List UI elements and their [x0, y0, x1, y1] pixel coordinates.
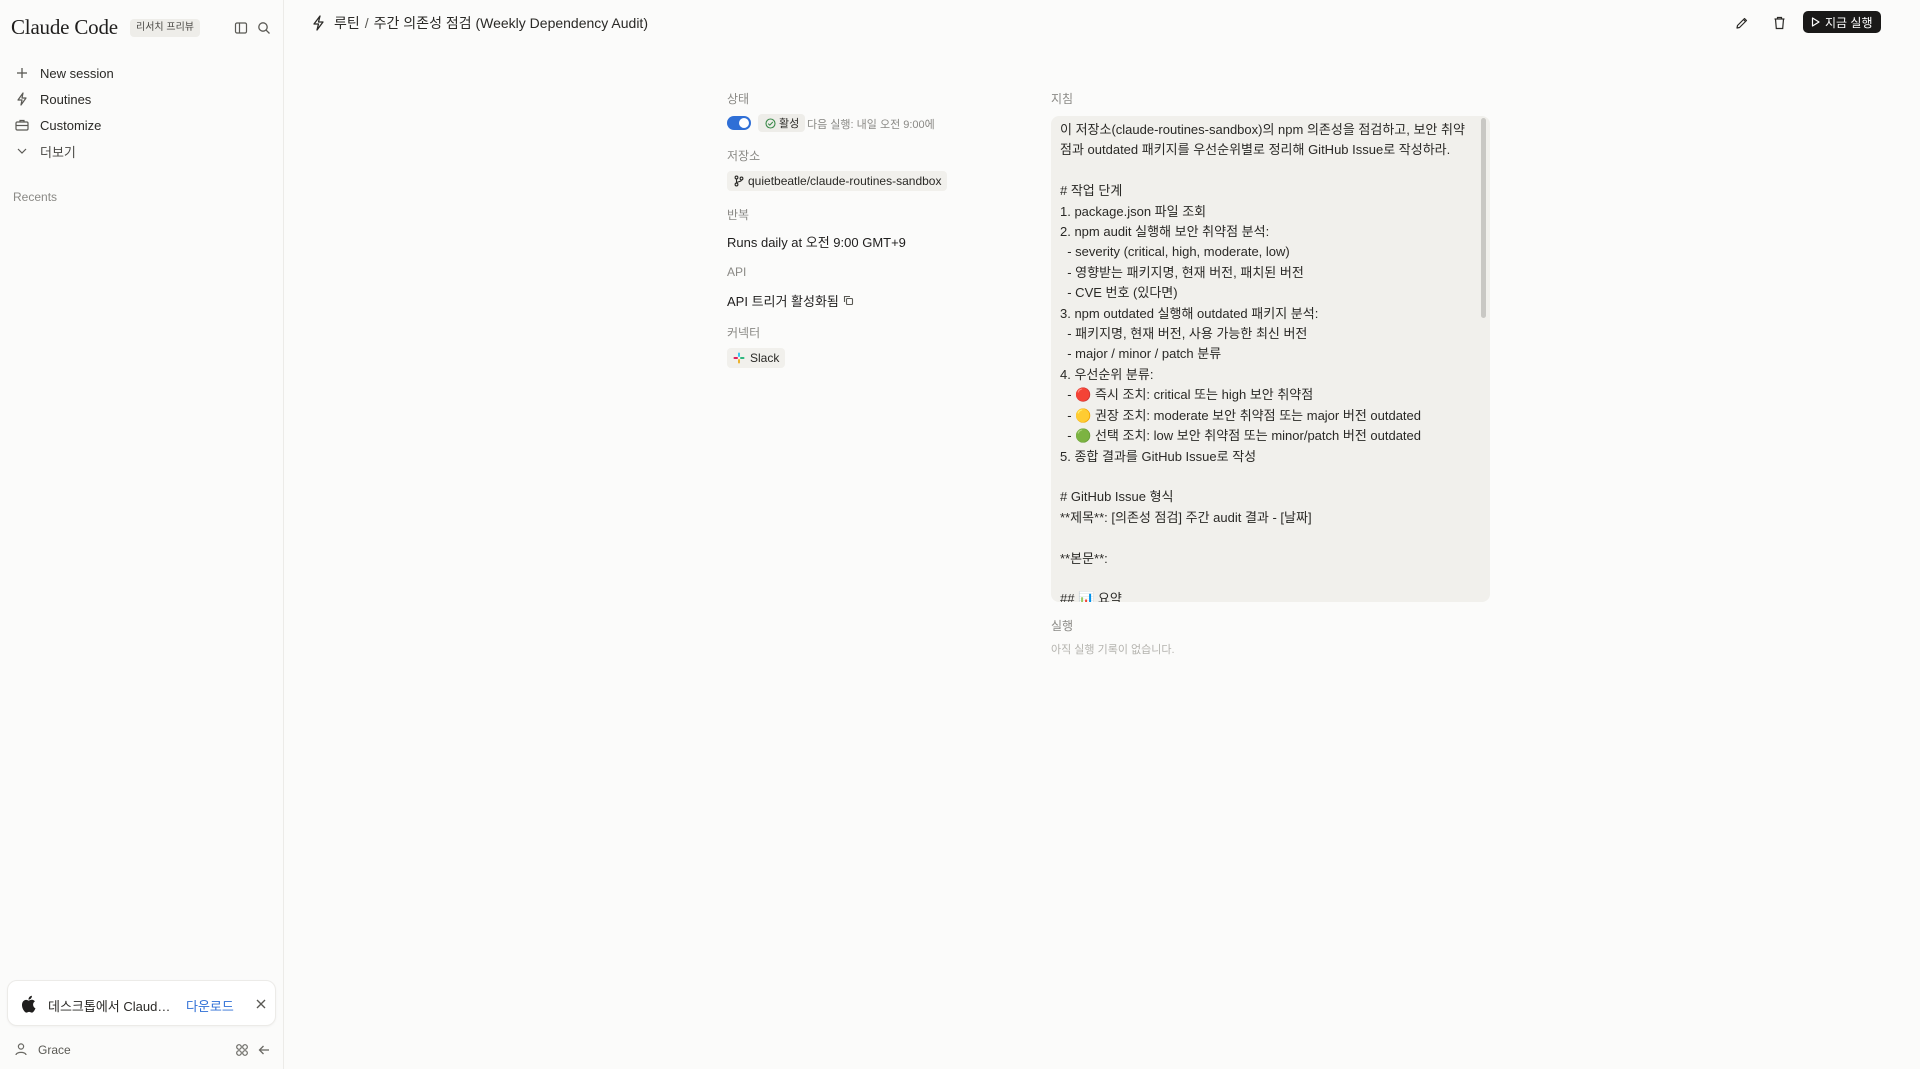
app-brand: Claude Code	[11, 15, 118, 39]
repeat-label: 반복	[727, 208, 750, 222]
connector-chip[interactable]: Slack	[727, 348, 786, 368]
sidebar-item-label: Routines	[40, 91, 92, 107]
runs-label: 실행	[1051, 619, 1074, 633]
sidebar-item-label: 더보기	[40, 144, 76, 160]
close-icon[interactable]	[252, 995, 270, 1013]
sidebar-item-customize[interactable]: Customize	[8, 112, 276, 138]
user-name: Grace	[38, 1043, 71, 1057]
status-value: 활성	[779, 118, 800, 130]
runs-empty-text: 아직 실행 기록이 없습니다.	[1051, 644, 1175, 656]
research-preview-badge: 리서치 프리뷰	[130, 19, 200, 37]
active-toggle[interactable]	[727, 116, 751, 130]
run-now-label: 지금 실행	[1825, 15, 1873, 30]
apple-icon	[20, 995, 38, 1013]
top-bar: 루틴 / 주간 의존성 점검 (Weekly Dependency Audit)…	[285, 0, 1920, 44]
repo-name: quietbeatle/claude-routines-sandbox	[748, 174, 942, 188]
plus-icon	[14, 65, 30, 81]
instructions-scrollbar[interactable]	[1481, 118, 1486, 318]
sidebar-nav: New session Routines Customize 더보기	[8, 60, 276, 164]
breadcrumb: 루틴 / 주간 의존성 점검 (Weekly Dependency Audit)	[309, 13, 648, 33]
bolt-icon	[309, 14, 327, 32]
briefcase-icon	[14, 117, 30, 133]
page-title: 주간 의존성 점검 (Weekly Dependency Audit)	[373, 15, 648, 31]
run-now-button[interactable]: 지금 실행	[1803, 11, 1881, 33]
sidebar-item-new-session[interactable]: New session	[8, 60, 276, 86]
repeat-value: Runs daily at 오전 9:00 GMT+9	[727, 235, 906, 250]
instructions-text: 이 저장소(claude-routines-sandbox)의 npm 의존성을…	[1060, 122, 1465, 602]
sidebar-toggle-icon[interactable]	[231, 18, 251, 38]
connector-label: 커넥터	[727, 326, 761, 340]
trash-icon[interactable]	[1768, 12, 1790, 34]
connector-name: Slack	[750, 351, 780, 365]
arrow-left-icon[interactable]	[255, 1041, 273, 1059]
instructions-box[interactable]: 이 저장소(claude-routines-sandbox)의 npm 의존성을…	[1051, 116, 1490, 602]
sidebar-item-routines[interactable]: Routines	[8, 86, 276, 112]
next-run-text: 다음 실행: 내일 오전 9:00에	[807, 119, 935, 131]
recents-heading: Recents	[13, 190, 58, 204]
edit-icon[interactable]	[1731, 12, 1753, 34]
repo-chip[interactable]: quietbeatle/claude-routines-sandbox	[727, 171, 948, 191]
api-value: API 트리거 활성화됨	[727, 294, 839, 309]
user-row[interactable]: Grace	[0, 1038, 284, 1062]
search-icon[interactable]	[254, 18, 274, 38]
user-icon	[14, 1042, 30, 1058]
status-badge: 활성	[758, 114, 806, 132]
breadcrumb-separator: /	[364, 15, 369, 31]
api-label: API	[727, 265, 747, 279]
chevron-down-icon	[14, 143, 30, 159]
sidebar-item-label: New session	[40, 65, 114, 81]
sidebar: Claude Code 리서치 프리뷰 New session Routines…	[0, 0, 284, 1069]
repo-label: 저장소	[727, 149, 761, 163]
status-label: 상태	[727, 92, 750, 106]
check-circle-icon	[764, 117, 776, 129]
instructions-label: 지침	[1051, 92, 1074, 106]
desktop-download-card: 데스크톱에서 Claude Code 사용 다운로드	[7, 980, 276, 1026]
slack-icon	[733, 352, 745, 364]
git-branch-icon	[733, 175, 745, 187]
breadcrumb-section[interactable]: 루틴	[334, 13, 360, 33]
bolt-icon	[14, 91, 30, 107]
download-link[interactable]: 다운로드	[186, 996, 234, 1015]
sidebar-item-more[interactable]: 더보기	[8, 138, 276, 164]
copy-icon[interactable]	[841, 293, 855, 307]
sidebar-header: Claude Code 리서치 프리뷰	[0, 0, 284, 56]
play-icon	[1811, 17, 1821, 27]
sidebar-item-label: Customize	[40, 117, 102, 133]
apps-icon[interactable]	[233, 1041, 251, 1059]
download-card-text: 데스크톱에서 Claude Code 사용	[48, 999, 173, 1014]
